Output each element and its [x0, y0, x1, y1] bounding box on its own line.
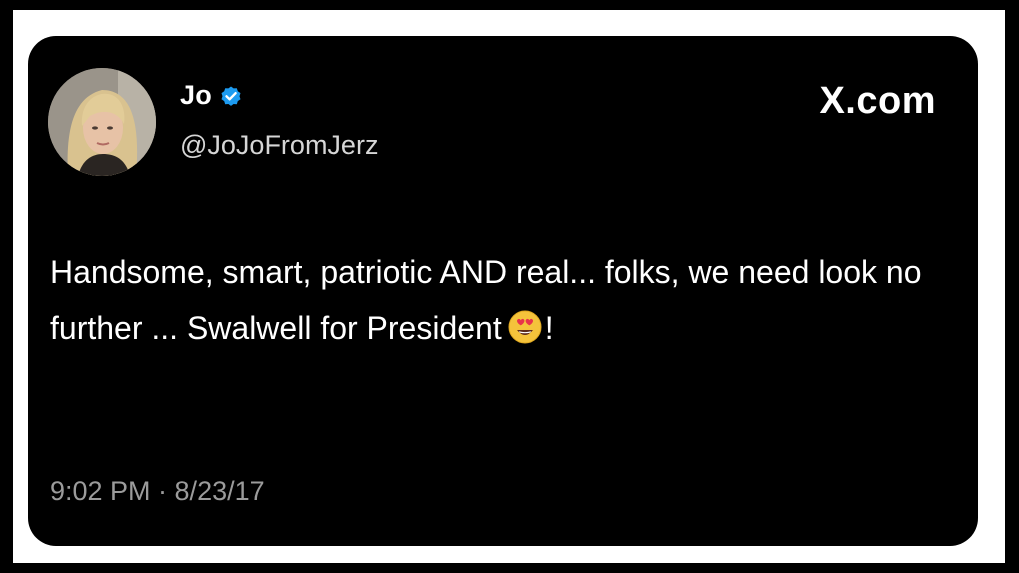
brand-label-row: X.com: [819, 80, 936, 123]
author-handle[interactable]: @JoJoFromJerz: [180, 130, 378, 161]
avatar[interactable]: [48, 68, 156, 176]
tweet-timestamp[interactable]: 9:02 PM · 8/23/17: [50, 476, 265, 507]
tweet-card[interactable]: Jo @JoJoFromJerz X.com Handsome, smart, …: [28, 36, 978, 546]
tweet-text: Handsome, smart, patriotic AND real... f…: [50, 244, 950, 356]
verified-badge-icon: [219, 84, 243, 108]
author-display-name[interactable]: Jo: [180, 80, 212, 111]
tweet-text-suffix: !: [544, 310, 554, 346]
brand-label: X.com: [819, 80, 936, 122]
author-name-row: Jo: [180, 80, 243, 111]
heart-eyes-emoji-icon: [508, 305, 542, 344]
screenshot-frame: Jo @JoJoFromJerz X.com Handsome, smart, …: [0, 0, 1019, 573]
avatar-photo-icon: [48, 68, 156, 176]
tweet-text-body: Handsome, smart, patriotic AND real... f…: [50, 254, 922, 346]
